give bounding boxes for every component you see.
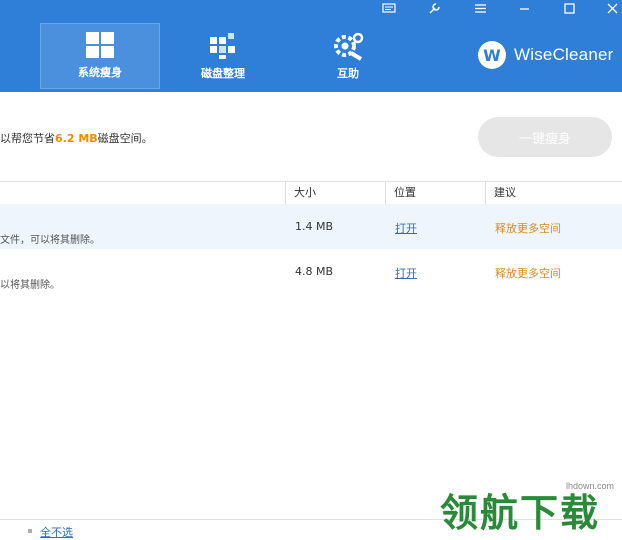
wisecleaner-logo-icon: W: [478, 41, 506, 69]
tab-help[interactable]: 互助: [288, 23, 408, 89]
open-location-link[interactable]: 打开: [395, 220, 417, 236]
brand: W WiseCleaner: [478, 40, 614, 70]
table-header: 大小 位置 建议: [0, 181, 622, 205]
feedback-icon[interactable]: [378, 0, 400, 16]
row-description: 文件，可以将其删除。: [0, 235, 100, 246]
row-size: 4.8 MB: [295, 265, 334, 278]
tab-disk-defrag[interactable]: 磁盘整理: [163, 23, 283, 89]
row-size: 1.4 MB: [295, 220, 334, 233]
menu-icon[interactable]: [469, 0, 491, 16]
tab-label: 磁盘整理: [201, 67, 245, 80]
row-description: 以将其删除。: [0, 280, 60, 291]
tab-system-slim[interactable]: 系统瘦身: [40, 23, 160, 89]
column-header-advice[interactable]: 建议: [485, 182, 622, 204]
one-click-slim-button[interactable]: 一键瘦身: [478, 117, 612, 157]
app-header: 系统瘦身 磁盘整理 互助 W WiseCleaner: [0, 0, 622, 92]
table-row[interactable]: 以将其删除。 4.8 MB 打开 释放更多空间: [0, 249, 622, 294]
savings-prefix: 以帮您节省: [0, 132, 55, 145]
minimize-icon[interactable]: [513, 0, 535, 16]
row-advice: 释放更多空间: [495, 222, 561, 235]
savings-suffix: 磁盘空间。: [97, 132, 153, 145]
windows-icon: [86, 32, 114, 61]
watermark-brand: 领航下载: [440, 491, 601, 535]
column-header-location[interactable]: 位置: [385, 182, 485, 204]
column-header-size[interactable]: 大小: [285, 182, 385, 204]
gears-icon: [331, 31, 365, 64]
close-icon[interactable]: [601, 0, 622, 16]
open-location-link[interactable]: 打开: [395, 265, 417, 281]
brand-name: WiseCleaner: [514, 45, 614, 64]
table-row[interactable]: 文件，可以将其删除。 1.4 MB 打开 释放更多空间: [0, 204, 622, 249]
tools-icon[interactable]: [423, 0, 445, 16]
savings-info: 以帮您节省6.2 MB磁盘空间。: [0, 130, 153, 146]
defrag-icon: [208, 31, 238, 62]
tab-label: 互助: [337, 67, 359, 80]
maximize-icon[interactable]: [558, 0, 580, 16]
select-none-link[interactable]: 全不选: [40, 524, 73, 540]
savings-amount: 6.2 MB: [55, 132, 98, 145]
row-advice: 释放更多空间: [495, 267, 561, 280]
bullet-icon: [28, 529, 32, 533]
tab-label: 系统瘦身: [78, 66, 122, 79]
